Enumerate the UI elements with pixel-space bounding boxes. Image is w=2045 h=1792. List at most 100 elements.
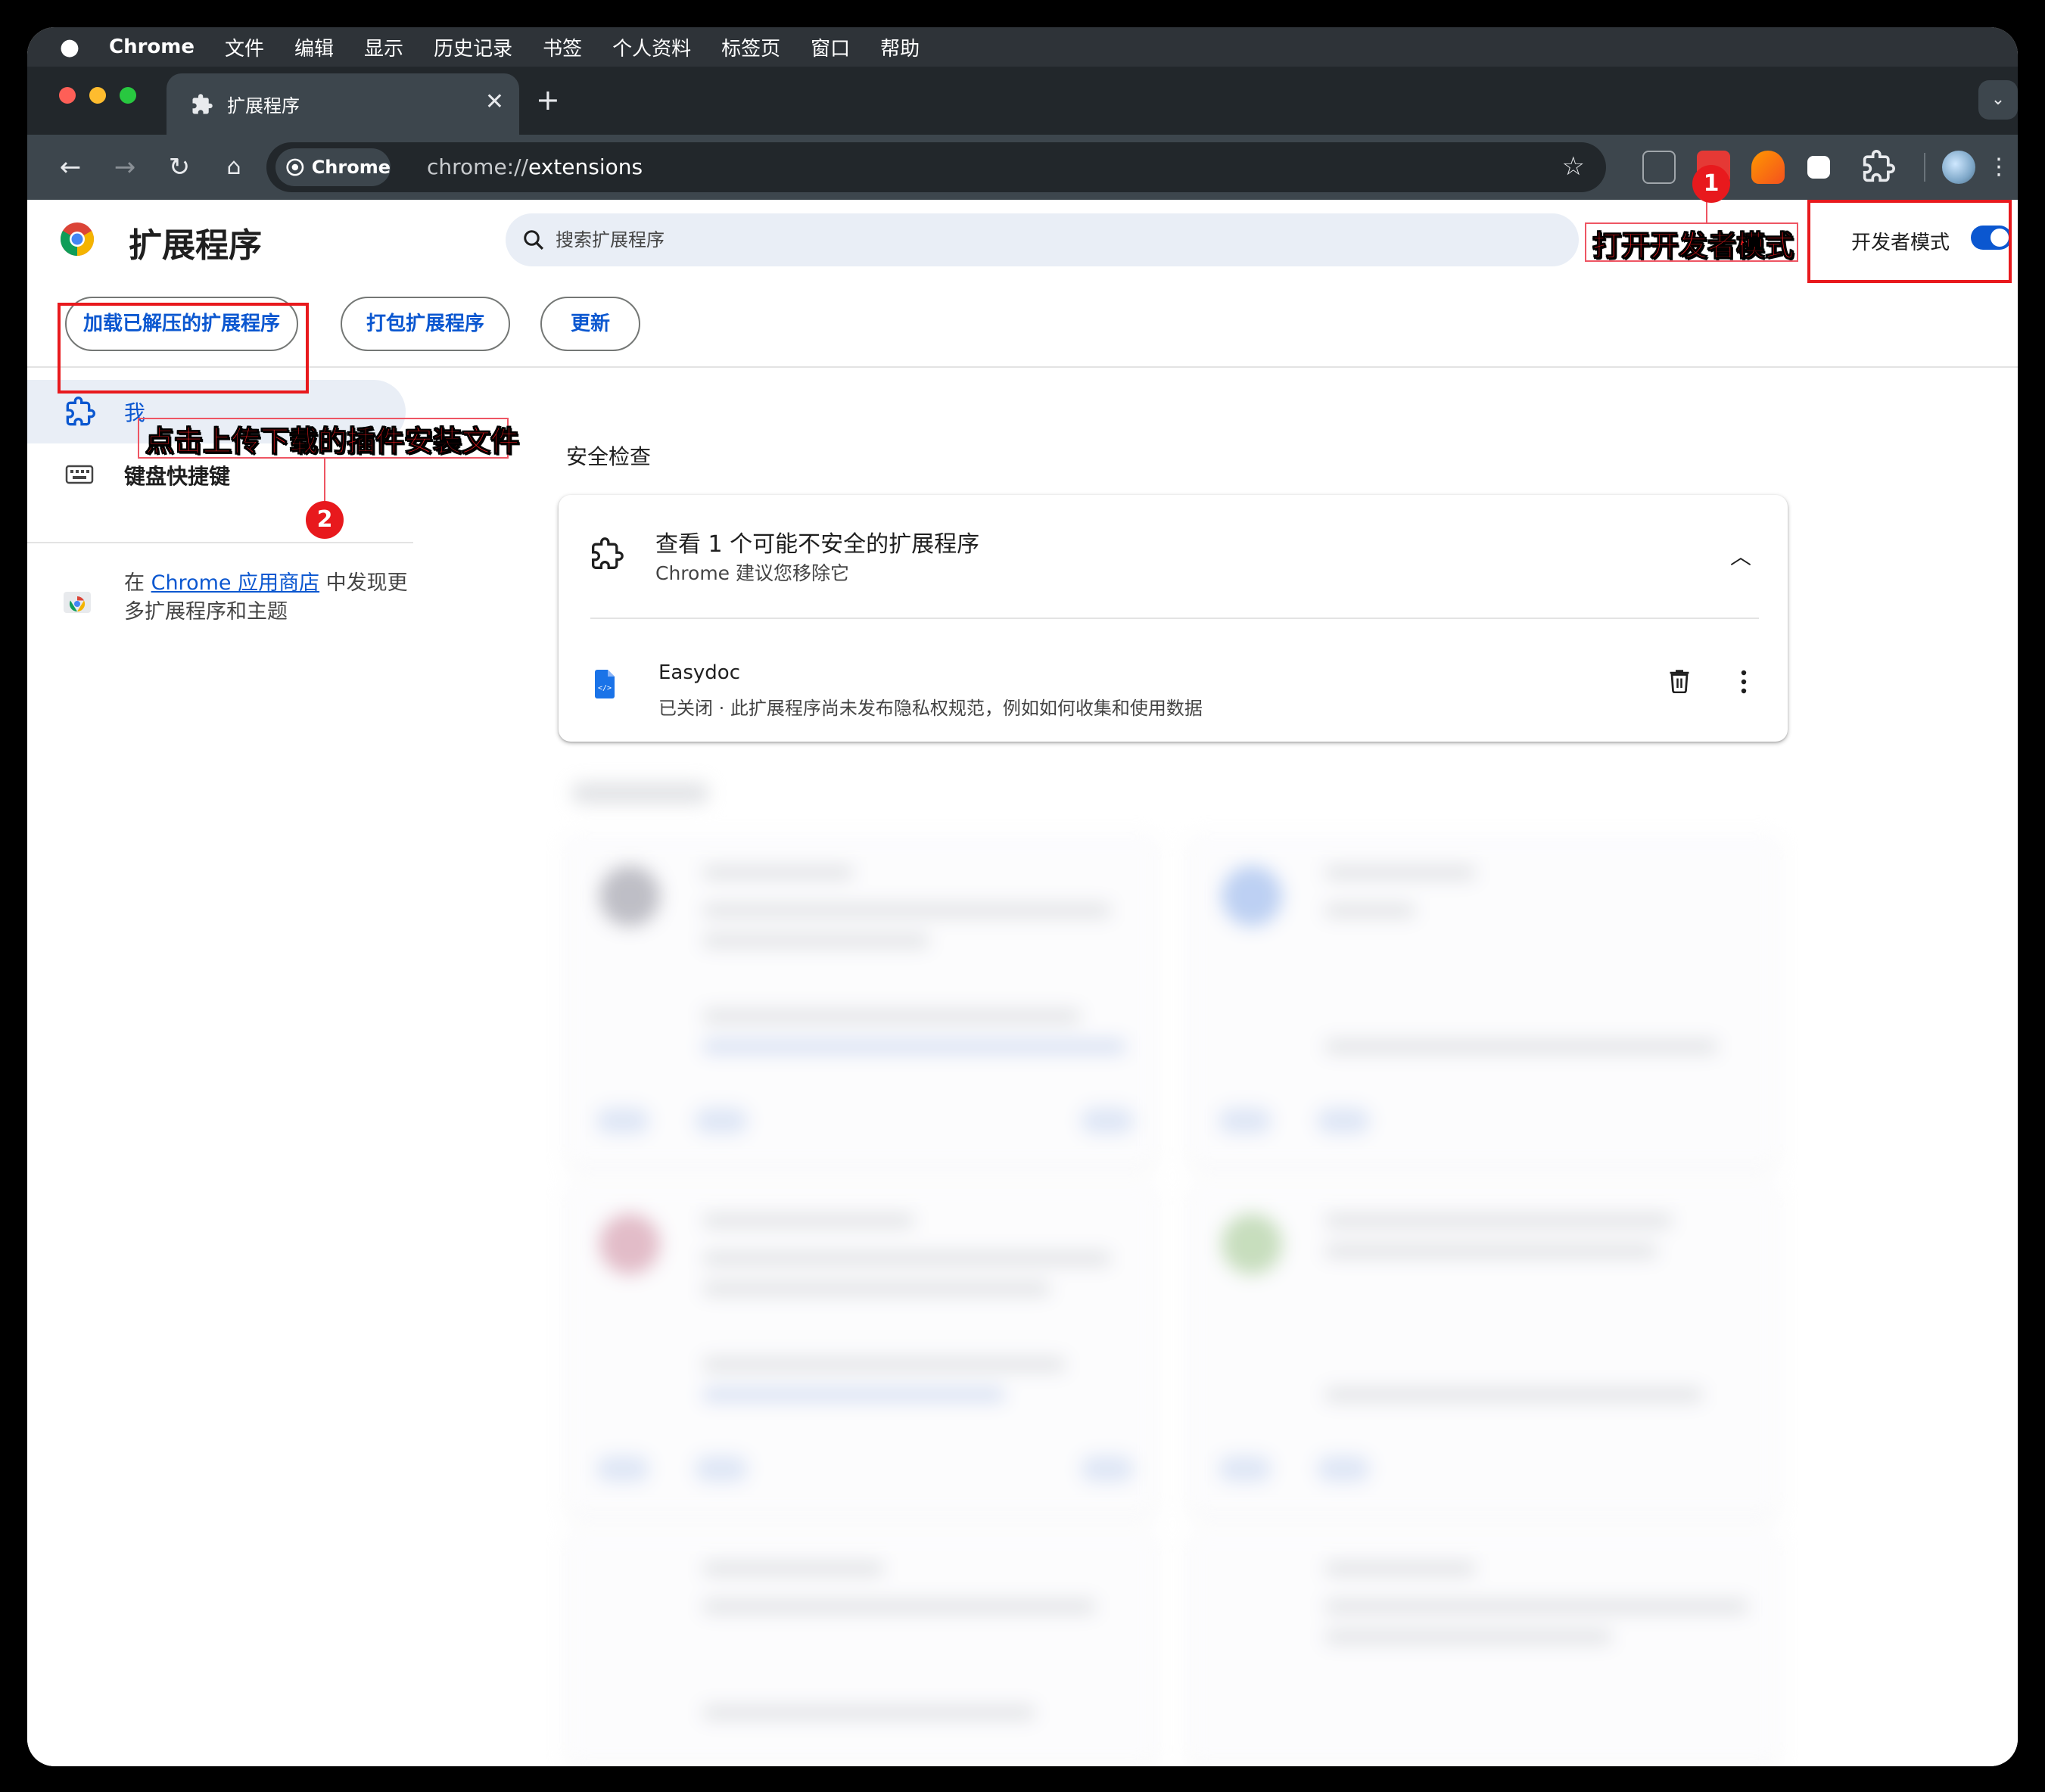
blurred-line — [702, 866, 854, 879]
webstore-link[interactable]: Chrome 应用商店 — [151, 571, 320, 595]
a-extension-icon[interactable] — [1807, 156, 1830, 179]
blurred-button — [1317, 1456, 1370, 1482]
menu-window[interactable]: 窗口 — [811, 33, 850, 61]
extensions-page: 扩展程序 开发者模式 加载已解压的扩展程序 打包扩展程序 更新 我 — [27, 200, 2018, 1766]
annotation-badge-2: 2 — [306, 501, 344, 539]
reader-extension-icon[interactable] — [1642, 151, 1676, 184]
new-tab-button[interactable]: + — [536, 83, 560, 117]
blurred-line — [702, 934, 929, 947]
menu-app-name[interactable]: Chrome — [109, 36, 195, 58]
tab-extensions[interactable]: 扩展程序 ✕ — [167, 73, 519, 135]
blurred-line — [702, 1010, 1081, 1023]
card-divider — [590, 618, 1759, 619]
extension-name: Easydoc — [658, 661, 740, 684]
blurred-button — [695, 1108, 748, 1134]
page-title: 扩展程序 — [129, 226, 262, 265]
url-text[interactable]: chrome://extensions — [427, 154, 643, 179]
zoom-window-button[interactable] — [120, 87, 136, 104]
reload-button[interactable]: ↻ — [162, 150, 197, 185]
blurred-button — [695, 1456, 748, 1482]
sidebar-item-label: 键盘快捷键 — [124, 464, 231, 489]
blurred-line — [1324, 1562, 1476, 1576]
apple-menu-icon[interactable]: ● — [56, 34, 83, 61]
minimize-window-button[interactable] — [89, 87, 106, 104]
webstore-prefix: 在 — [124, 571, 151, 595]
search-input[interactable] — [556, 213, 1539, 266]
blurred-card — [566, 1532, 1156, 1766]
blurred-line — [702, 1388, 1005, 1402]
blurred-line — [702, 1358, 1066, 1371]
tab-search-button[interactable]: ⌄ — [1978, 80, 2018, 120]
safety-check-title: 查看 1 个可能不安全的扩展程序 — [655, 531, 980, 558]
search-icon — [524, 230, 544, 250]
blurred-card — [1188, 1532, 1779, 1766]
more-vert-icon[interactable] — [1739, 669, 1748, 695]
annotation-badge-1: 1 — [1692, 165, 1730, 203]
blurred-icon — [599, 866, 660, 926]
annotation-connector-2 — [324, 459, 325, 507]
blurred-button — [1317, 1108, 1370, 1134]
safety-check-card: 查看 1 个可能不安全的扩展程序 Chrome 建议您移除它 ︿ </> Eas… — [559, 495, 1788, 742]
blurred-icon — [1222, 866, 1282, 926]
blurred-line — [702, 1706, 1035, 1719]
safety-check-subtitle: Chrome 建议您移除它 — [655, 562, 850, 584]
sidebar-divider — [27, 542, 413, 543]
blurred-line — [702, 904, 1111, 917]
blurred-button — [1081, 1108, 1134, 1134]
chrome-menu-icon[interactable]: ⋮ — [1981, 150, 2016, 185]
back-button[interactable]: ← — [53, 150, 88, 185]
blurred-button — [1219, 1456, 1272, 1482]
menu-file[interactable]: 文件 — [225, 33, 264, 61]
tab-strip: 扩展程序 ✕ + ⌄ — [27, 67, 2018, 135]
annotation-enable-dev-mode: 打开开发者模式 — [1592, 229, 1794, 263]
bookmark-star-icon[interactable]: ☆ — [1562, 151, 1585, 182]
blurred-line — [702, 1282, 1051, 1296]
annotation-upload-hint: 点击上传下载的插件安装文件 — [145, 425, 520, 459]
webstore-promo-text: 在 Chrome 应用商店 中发现更多扩展程序和主题 — [124, 569, 427, 627]
address-bar[interactable]: Chrome chrome://extensions ☆ — [266, 142, 1606, 192]
blurred-line — [1324, 1040, 1718, 1053]
blurred-button — [1219, 1108, 1272, 1134]
blurred-line — [702, 1214, 914, 1227]
blurred-line — [1324, 1630, 1612, 1644]
forward-button[interactable]: → — [107, 150, 142, 185]
annotation-box-dev-mode — [1807, 200, 2012, 283]
extensions-menu-icon[interactable] — [1862, 150, 1895, 183]
trash-icon[interactable] — [1668, 667, 1691, 693]
search-box[interactable] — [506, 213, 1579, 266]
menu-tabs[interactable]: 标签页 — [721, 33, 780, 61]
blurred-heading — [572, 782, 708, 804]
blurred-line — [702, 1040, 1126, 1053]
blurred-line — [1324, 1214, 1673, 1227]
blurred-icon — [1222, 1214, 1282, 1274]
menu-history[interactable]: 历史记录 — [434, 33, 512, 61]
chevron-up-icon[interactable]: ︿ — [1730, 540, 1751, 571]
blurred-line — [1324, 1244, 1657, 1258]
toolbar-divider — [1924, 153, 1925, 182]
pack-extension-button[interactable]: 打包扩展程序 — [341, 297, 510, 351]
site-info-chip[interactable]: Chrome — [275, 148, 391, 186]
annotation-box-load-unpacked — [58, 303, 309, 394]
blurred-card — [1188, 1184, 1779, 1517]
home-button[interactable]: ⌂ — [216, 150, 251, 185]
extension-description: 已关闭 · 此扩展程序尚未发布隐私权规范，例如如何收集和使用数据 — [658, 698, 1203, 719]
safety-check-heading: 安全检查 — [566, 444, 652, 469]
profile-avatar[interactable] — [1942, 151, 1975, 184]
browser-window: ● Chrome 文件 编辑 显示 历史记录 书签 个人资料 标签页 窗口 帮助… — [27, 27, 2018, 1766]
blurred-line — [702, 1562, 884, 1576]
flame-extension-icon[interactable] — [1751, 151, 1785, 184]
menu-profiles[interactable]: 个人资料 — [612, 33, 691, 61]
blurred-line — [1324, 904, 1415, 917]
tab-close-icon[interactable]: ✕ — [485, 89, 504, 115]
chrome-icon — [286, 158, 304, 176]
svg-text:</>: </> — [598, 684, 612, 692]
menu-edit[interactable]: 编辑 — [294, 33, 334, 61]
blurred-card — [566, 1184, 1156, 1517]
menu-view[interactable]: 显示 — [364, 33, 403, 61]
menu-bookmarks[interactable]: 书签 — [543, 33, 582, 61]
update-button[interactable]: 更新 — [540, 297, 640, 351]
blurred-button — [1081, 1456, 1134, 1482]
menu-help[interactable]: 帮助 — [880, 33, 920, 61]
puzzle-icon — [66, 397, 95, 426]
close-window-button[interactable] — [59, 87, 76, 104]
